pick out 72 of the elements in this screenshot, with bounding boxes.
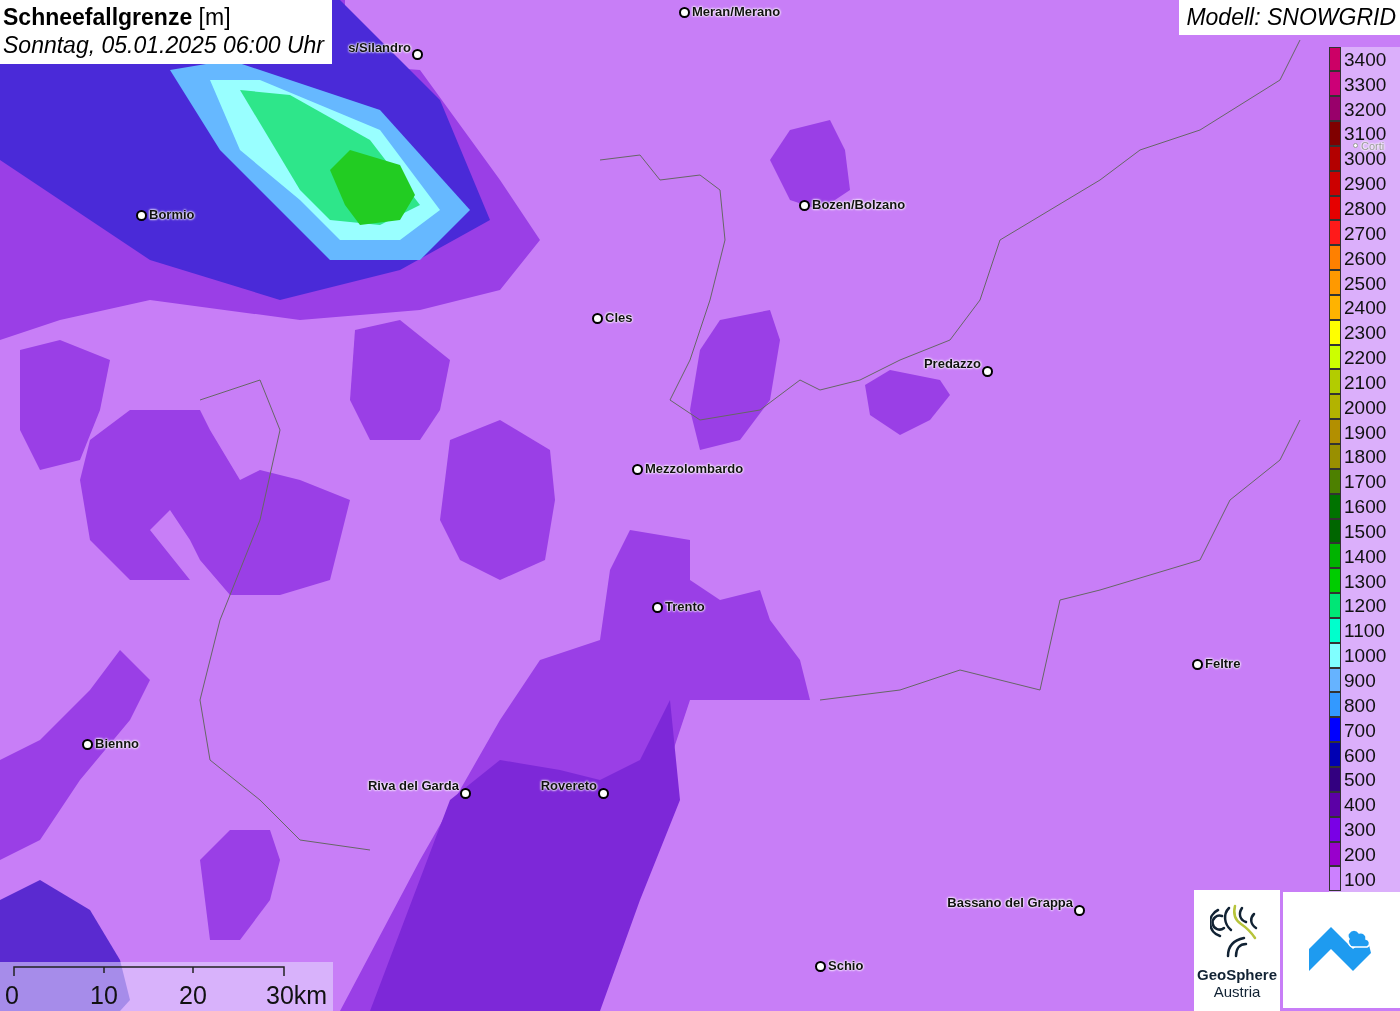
city-dot-icon: [460, 788, 471, 799]
legend-label: 3200: [1344, 101, 1387, 117]
map-title: Schneefallgrenze [m]: [3, 3, 232, 31]
legend-label: 800: [1344, 697, 1376, 713]
city-label: Riva del Garda: [367, 778, 459, 793]
legend-label: 1300: [1344, 573, 1387, 589]
city-dot-icon: [1074, 905, 1085, 916]
city-dot-icon: [679, 7, 690, 18]
city-label: Cles: [605, 310, 633, 325]
legend-label: 700: [1344, 722, 1376, 738]
legend-label: 1700: [1344, 474, 1387, 490]
legend-label: 3000: [1344, 151, 1387, 167]
legend-label: 2700: [1344, 225, 1387, 241]
legend-label: 1600: [1344, 499, 1387, 515]
legend-label: 2500: [1344, 275, 1387, 291]
legend-label: 1800: [1344, 449, 1387, 465]
legend-label: 300: [1344, 822, 1376, 838]
city-dot-icon: [136, 210, 147, 221]
legend-label: 2400: [1344, 300, 1387, 316]
city-label: Mezzolombardo: [645, 461, 744, 476]
legend-label: 2600: [1344, 250, 1387, 266]
city-label: Bozen/Bolzano: [812, 197, 906, 212]
model-label: Modell: SNOWGRID: [1186, 4, 1396, 30]
legend-label: 1900: [1344, 424, 1387, 440]
logo-name: GeoSphere: [1197, 966, 1277, 983]
legend-label: 400: [1344, 797, 1376, 813]
city-label: Predazzo: [923, 356, 981, 371]
city-label: Trento: [665, 599, 705, 614]
legend-label: 100: [1344, 871, 1376, 887]
city-label: Bormio: [149, 207, 195, 222]
legend-label: 200: [1344, 846, 1376, 862]
city-dot-icon: [82, 739, 93, 750]
legend-label: 2200: [1344, 350, 1387, 366]
city-label: Feltre: [1205, 656, 1241, 671]
city-label: Meran/Merano: [692, 4, 781, 19]
legend-label: 2900: [1344, 176, 1387, 192]
legend-label: 3300: [1344, 76, 1387, 92]
city-dot-icon: [815, 961, 826, 972]
legend-label: 1100: [1344, 623, 1385, 639]
legend-label: 500: [1344, 772, 1376, 788]
city-dot-icon: [799, 200, 810, 211]
city-dot-icon: [412, 49, 423, 60]
scale-label: 10: [90, 981, 118, 1009]
legend-label: 2100: [1344, 374, 1387, 390]
city-dot-icon: [592, 313, 603, 324]
scale-label: 30km: [266, 981, 328, 1009]
scale-label: 20: [179, 981, 207, 1009]
legend-label: 1500: [1344, 523, 1387, 539]
legend-label: 2300: [1344, 325, 1387, 341]
legend-label: 1200: [1344, 598, 1387, 614]
legend-label: 1000: [1344, 648, 1387, 664]
city-dot-icon: [652, 602, 663, 613]
legend-label: 1400: [1344, 548, 1387, 564]
city-dot-icon: [1353, 143, 1358, 148]
logo-subtitle: Austria: [1213, 983, 1261, 1000]
legend-label: 3400: [1344, 51, 1387, 67]
legend-label: 900: [1344, 673, 1376, 688]
legend-label: 3100: [1344, 126, 1387, 142]
city-dot-icon: [598, 788, 609, 799]
city-label: Rovereto: [540, 778, 597, 793]
legend-label: 2800: [1344, 201, 1387, 216]
scale-label: 0: [5, 981, 19, 1009]
city-label: Bassano del Grappa: [947, 895, 1073, 910]
legend-label: 2000: [1344, 399, 1387, 415]
legend-label: 600: [1344, 747, 1376, 763]
forecast-datetime: Sonntag, 05.01.2025 06:00 Uhr: [3, 31, 324, 59]
city-dot-icon: [1192, 659, 1203, 670]
city-dot-icon: [982, 366, 993, 377]
city-label: Corti: [1361, 142, 1385, 151]
city-dot-icon: [632, 464, 643, 475]
city-label: Schio: [828, 958, 864, 973]
city-label: Bienno: [95, 736, 140, 751]
